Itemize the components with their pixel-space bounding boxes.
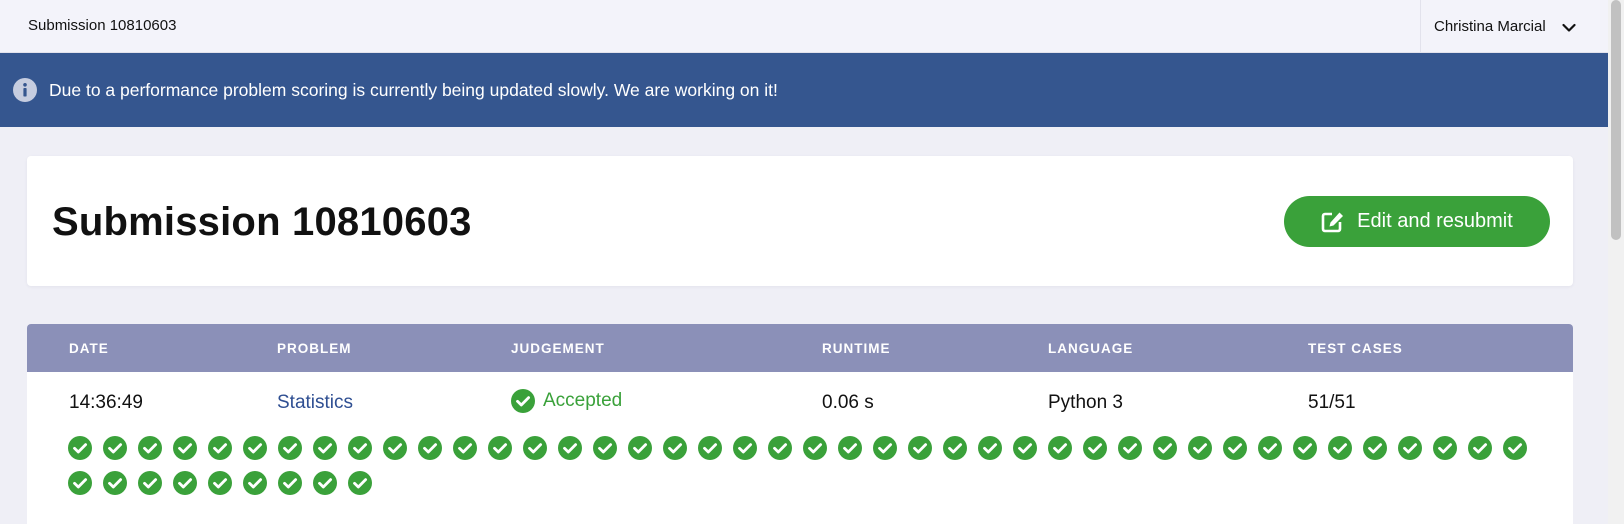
table-header: DATE PROBLEM JUDGEMENT RUNTIME LANGUAGE … xyxy=(27,324,1573,372)
test-case-passed-icon[interactable] xyxy=(173,471,197,495)
test-case-passed-icon[interactable] xyxy=(278,436,302,460)
judgement-text: Accepted xyxy=(543,390,623,411)
test-case-passed-icon[interactable] xyxy=(1153,436,1177,460)
test-case-passed-icon[interactable] xyxy=(943,436,967,460)
test-case-passed-icon[interactable] xyxy=(313,471,337,495)
test-case-passed-icon[interactable] xyxy=(278,471,302,495)
test-case-passed-icon[interactable] xyxy=(1223,436,1247,460)
test-case-passed-icon[interactable] xyxy=(488,436,512,460)
test-case-passed-icon[interactable] xyxy=(1118,436,1142,460)
scrollbar[interactable] xyxy=(1608,0,1624,524)
test-case-passed-icon[interactable] xyxy=(1083,436,1107,460)
test-case-passed-icon[interactable] xyxy=(208,471,232,495)
test-case-passed-icon[interactable] xyxy=(138,436,162,460)
test-case-passed-icon[interactable] xyxy=(103,436,127,460)
info-icon xyxy=(13,78,37,102)
banner-message: Due to a performance problem scoring is … xyxy=(49,79,778,100)
test-case-passed-icon[interactable] xyxy=(1468,436,1492,460)
test-case-passed-icon[interactable] xyxy=(348,471,372,495)
test-case-passed-icon[interactable] xyxy=(173,436,197,460)
column-header-date: DATE xyxy=(69,341,109,356)
top-bar: Submission 10810603 Christina Marcial xyxy=(0,0,1608,53)
test-case-passed-icon[interactable] xyxy=(698,436,722,460)
user-menu[interactable]: Christina Marcial xyxy=(1420,0,1608,53)
test-case-passed-icon[interactable] xyxy=(908,436,932,460)
test-case-passed-icon[interactable] xyxy=(978,436,1002,460)
submission-table: DATE PROBLEM JUDGEMENT RUNTIME LANGUAGE … xyxy=(27,324,1573,524)
test-case-passed-icon[interactable] xyxy=(1503,436,1527,460)
column-header-judgement: JUDGEMENT xyxy=(511,341,605,356)
resubmit-label: Edit and resubmit xyxy=(1357,210,1513,232)
test-case-passed-icon[interactable] xyxy=(313,436,337,460)
test-case-passed-icon[interactable] xyxy=(1363,436,1387,460)
cell-test-cases: 51/51 xyxy=(1308,392,1356,413)
column-header-problem: PROBLEM xyxy=(277,341,352,356)
test-case-passed-icon[interactable] xyxy=(68,471,92,495)
test-case-passed-icon[interactable] xyxy=(1398,436,1422,460)
test-case-passed-icon[interactable] xyxy=(523,436,547,460)
info-banner: Due to a performance problem scoring is … xyxy=(0,53,1608,127)
test-case-passed-icon[interactable] xyxy=(348,436,372,460)
test-case-passed-icon[interactable] xyxy=(418,436,442,460)
scrollbar-thumb[interactable] xyxy=(1611,0,1621,240)
column-header-language: LANGUAGE xyxy=(1048,341,1134,356)
test-case-passed-icon[interactable] xyxy=(453,436,477,460)
problem-link[interactable]: Statistics xyxy=(277,392,353,414)
test-case-passed-icon[interactable] xyxy=(558,436,582,460)
test-case-passed-icon[interactable] xyxy=(138,471,162,495)
check-circle-icon xyxy=(511,389,535,413)
test-case-passed-icon[interactable] xyxy=(838,436,862,460)
cell-date: 14:36:49 xyxy=(69,392,143,413)
test-case-passed-icon[interactable] xyxy=(1188,436,1212,460)
test-case-passed-icon[interactable] xyxy=(873,436,897,460)
test-case-passed-icon[interactable] xyxy=(243,436,267,460)
page-title: Submission 10810603 xyxy=(52,200,472,244)
test-case-passed-icon[interactable] xyxy=(1328,436,1352,460)
column-header-test-cases: TEST CASES xyxy=(1308,341,1403,356)
test-case-passed-icon[interactable] xyxy=(68,436,92,460)
cell-runtime: 0.06 s xyxy=(822,392,874,413)
test-case-passed-icon[interactable] xyxy=(1258,436,1282,460)
test-case-passed-icon[interactable] xyxy=(1013,436,1037,460)
edit-and-resubmit-button[interactable]: Edit and resubmit xyxy=(1284,196,1550,247)
test-case-passed-icon[interactable] xyxy=(628,436,652,460)
submission-header-card: Submission 10810603 Edit and resubmit xyxy=(27,156,1573,286)
test-case-passed-icon[interactable] xyxy=(803,436,827,460)
chevron-down-icon xyxy=(1562,23,1576,32)
test-case-passed-icon[interactable] xyxy=(243,471,267,495)
test-case-passed-icon[interactable] xyxy=(768,436,792,460)
test-case-passed-icon[interactable] xyxy=(1293,436,1317,460)
test-case-passed-icon[interactable] xyxy=(208,436,232,460)
cell-language: Python 3 xyxy=(1048,392,1123,413)
topbar-title: Submission 10810603 xyxy=(28,17,177,34)
cell-judgement: Accepted xyxy=(511,389,622,413)
test-case-passed-icon[interactable] xyxy=(1433,436,1457,460)
user-name: Christina Marcial xyxy=(1434,18,1546,35)
column-header-runtime: RUNTIME xyxy=(822,341,891,356)
test-case-passed-icon[interactable] xyxy=(593,436,617,460)
test-case-passed-icon[interactable] xyxy=(383,436,407,460)
test-case-passed-icon[interactable] xyxy=(733,436,757,460)
test-case-passed-icon[interactable] xyxy=(103,471,127,495)
test-case-results xyxy=(68,436,1548,506)
test-case-passed-icon[interactable] xyxy=(1048,436,1072,460)
edit-icon xyxy=(1321,212,1344,232)
test-case-passed-icon[interactable] xyxy=(663,436,687,460)
